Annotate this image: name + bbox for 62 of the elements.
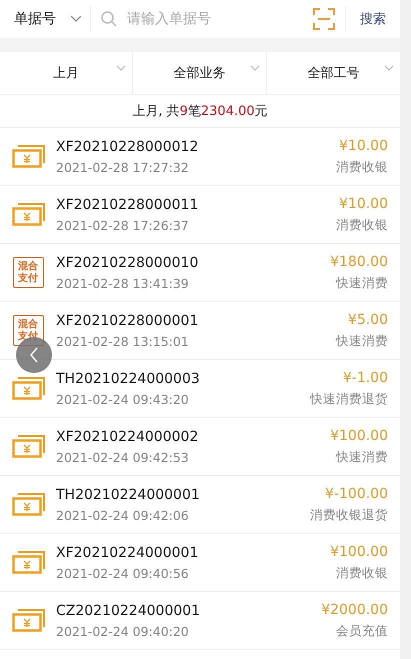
- order-amount: ¥100.00: [330, 544, 388, 560]
- chevron-down-icon: [70, 15, 82, 23]
- order-amount: ¥-1.00: [342, 370, 388, 386]
- order-row[interactable]: XF20210224000001 2021-02-24 09:40:56 ¥100.00 消费收银: [0, 534, 400, 592]
- order-number: TH20210224000001: [56, 486, 201, 502]
- cash-icon: [12, 435, 44, 458]
- order-type: 快速消费: [336, 274, 388, 292]
- cash-icon: [12, 145, 44, 168]
- order-amount: ¥10.00: [339, 196, 388, 212]
- order-time: 2021-02-28 13:15:01: [56, 334, 190, 348]
- search-field[interactable]: 请输入单据号: [125, 10, 303, 28]
- cash-icon: [12, 609, 44, 632]
- order-row[interactable]: CZ20210224000001 2021-02-24 09:40:20 ¥2000.00 会员充值: [0, 592, 400, 650]
- order-number: XF20210228000011: [56, 196, 200, 212]
- chevron-left-icon: [29, 347, 39, 363]
- order-number: XF20210228000010: [56, 254, 200, 270]
- type-select[interactable]: 单据号: [14, 6, 91, 32]
- order-time: 2021-02-24 09:42:53: [56, 450, 190, 464]
- order-row[interactable]: XF20210228000011 2021-02-28 17:26:37 ¥10.00 消费收银: [0, 186, 400, 244]
- order-time: 2021-02-24 09:42:06: [56, 508, 190, 522]
- order-time: 2021-02-24 09:43:20: [56, 392, 190, 406]
- order-number: XF20210228000001: [56, 312, 200, 328]
- order-row[interactable]: TH20210224000001 2021-02-24 09:42:06 ¥-100.00 消费收银退货: [0, 476, 400, 534]
- order-amount: ¥100.00: [330, 428, 388, 444]
- cash-icon: [12, 377, 44, 400]
- order-row[interactable]: 混合 支付 XF20210228000010 2021-02-28 13:41:39 ¥180.00 快速消费: [0, 244, 400, 302]
- chevron-down-icon: [250, 65, 260, 71]
- mixed-payment-badge: 混合 支付: [12, 257, 44, 288]
- search-icon: [101, 11, 117, 27]
- order-type: 消费收银退货: [310, 506, 388, 524]
- order-row[interactable]: XF20210224000002 2021-02-24 09:42:53 ¥100.00 快速消费: [0, 418, 400, 476]
- order-number: XF20210224000001: [56, 544, 200, 560]
- cash-icon: [12, 551, 44, 574]
- order-type: 消费收银: [336, 158, 388, 176]
- order-type: 快速消费退货: [310, 390, 388, 408]
- order-amount: ¥2000.00: [321, 602, 388, 618]
- cash-icon: [12, 203, 44, 226]
- order-time: 2021-02-24 09:40:20: [56, 624, 190, 638]
- order-time: 2021-02-28 17:26:37: [56, 218, 190, 232]
- order-type: 消费收银: [336, 216, 388, 234]
- order-time: 2021-02-24 09:40:56: [56, 566, 190, 580]
- cash-icon: [12, 493, 44, 516]
- chevron-down-icon: [116, 65, 126, 71]
- order-amount: ¥180.00: [330, 254, 388, 270]
- scan-icon: [313, 8, 335, 30]
- order-row[interactable]: XF20210228000012 2021-02-28 17:27:32 ¥10.00 消费收银: [0, 128, 400, 186]
- order-type: 快速消费: [336, 448, 388, 466]
- order-time: 2021-02-28 13:41:39: [56, 276, 190, 290]
- order-number: CZ20210224000001: [56, 602, 202, 618]
- order-amount: ¥-100.00: [325, 486, 388, 502]
- order-amount: ¥5.00: [348, 312, 388, 328]
- order-time: 2021-02-28 17:27:32: [56, 160, 190, 174]
- summary-text: 上月, 共9笔2304.00元: [0, 95, 400, 128]
- order-number: XF20210224000002: [56, 428, 200, 444]
- order-type: 会员充值: [336, 622, 388, 640]
- order-type: 快速消费: [336, 332, 388, 350]
- order-number: XF20210228000012: [56, 138, 200, 154]
- search-button[interactable]: 搜索: [346, 10, 400, 28]
- order-amount: ¥10.00: [339, 138, 388, 154]
- order-number: TH20210224000003: [56, 370, 201, 386]
- order-type: 消费收银: [336, 564, 388, 582]
- chevron-down-icon: [384, 65, 394, 71]
